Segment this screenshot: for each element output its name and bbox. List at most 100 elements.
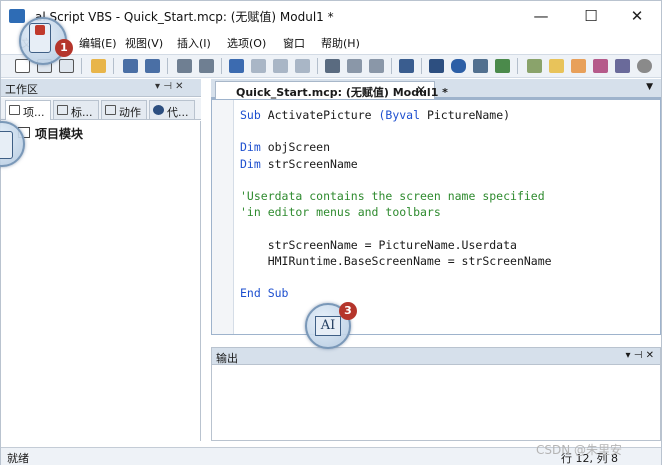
code-line[interactable]: 'in editor menus and toolbars: [240, 204, 552, 220]
mouse-left-button-icon: [35, 25, 45, 35]
tree-item-project-modules[interactable]: 项目模块: [18, 125, 84, 142]
watermark: CSDN @朱里安: [536, 443, 623, 457]
tag-icon[interactable]: [369, 59, 384, 73]
new-file-icon[interactable]: [15, 59, 30, 73]
code-keyword: Sub: [240, 108, 261, 122]
code-keyword: Dim: [240, 156, 261, 171]
comment-icon[interactable]: [177, 59, 192, 73]
code-line[interactable]: [240, 123, 552, 139]
toolbar-separator: [81, 58, 82, 74]
output-controls[interactable]: ▾ ⊣ ✕: [626, 350, 654, 361]
code-icon: [153, 105, 164, 115]
toolbar-separator: [421, 58, 422, 74]
editor-gutter: [212, 100, 234, 334]
workspace-title: 工作区: [5, 83, 38, 96]
code-text: strScreenName = PictureName.Userdata: [240, 237, 517, 252]
workspace-tree: 项目模块: [1, 121, 201, 441]
action-icon[interactable]: [593, 59, 608, 73]
workspace-tabs: 项... 标... 动作 代...: [1, 98, 201, 120]
toolbar-separator: [221, 58, 222, 74]
next-bookmark-icon[interactable]: [251, 59, 266, 73]
code-line[interactable]: [240, 172, 552, 188]
code-keyword: Dim: [240, 140, 261, 155]
folder-icon[interactable]: [549, 59, 564, 73]
code-line[interactable]: Sub ActivatePicture (Byval PictureName): [240, 107, 552, 123]
actions-icon: [105, 105, 116, 115]
code-keyword: End Sub: [240, 286, 289, 301]
code-line[interactable]: HMIRuntime.BaseScreenName = strScreenNam…: [240, 253, 552, 269]
tags-icon: [57, 105, 68, 115]
properties-icon[interactable]: [399, 59, 414, 73]
window-icon[interactable]: [429, 59, 444, 73]
close-tab-icon[interactable]: ✕: [416, 83, 426, 97]
app-window: al Script VBS - Quick_Start.mcp: (无赋值) M…: [0, 0, 662, 465]
maximize-button[interactable]: ☐: [571, 5, 611, 27]
code-line[interactable]: Dim objScreen: [240, 139, 552, 155]
code-text: HMIRuntime.BaseScreenName = strScreenNam…: [240, 253, 552, 268]
code-text: objScreen: [260, 140, 331, 155]
menu-options[interactable]: 选项(O): [227, 35, 266, 51]
toolbar-separator: [167, 58, 168, 74]
database-icon[interactable]: [451, 59, 466, 73]
menu-help[interactable]: 帮助(H): [321, 35, 360, 51]
menu-window[interactable]: 窗口: [283, 35, 305, 51]
code-line[interactable]: 'Userdata contains the screen name speci…: [240, 188, 552, 204]
uncomment-icon[interactable]: [199, 59, 214, 73]
editor-tab-strip: Quick_Start.mcp: (无赋值) Modul1 * ✕ ▼: [211, 79, 661, 99]
outdent-icon[interactable]: [145, 59, 160, 73]
open-folder-icon[interactable]: [91, 59, 106, 73]
toolbar-separator: [317, 58, 318, 74]
menu-view[interactable]: 视图(V): [125, 35, 163, 51]
tab-project-label: 项...: [23, 106, 45, 119]
code-line[interactable]: End Sub: [240, 285, 552, 301]
minimize-button[interactable]: —: [521, 5, 561, 27]
menu-edit[interactable]: 编辑(E): [79, 35, 117, 51]
code-text: strScreenName: [260, 156, 358, 171]
app-icon: [9, 9, 25, 23]
code-text: PictureName): [420, 108, 511, 122]
project-icon: [9, 105, 20, 115]
title-bar: al Script VBS - Quick_Start.mcp: (无赋值) M…: [1, 1, 661, 31]
indent-icon[interactable]: [123, 59, 138, 73]
tab-code[interactable]: 代...: [149, 100, 195, 119]
output-title: 输出: [216, 352, 238, 365]
clear-bookmarks-icon[interactable]: [295, 59, 310, 73]
syntax-check-icon[interactable]: [325, 59, 340, 73]
runtime-icon[interactable]: [495, 59, 510, 73]
bookmark-icon[interactable]: [229, 59, 244, 73]
close-button[interactable]: ✕: [617, 5, 657, 27]
info-icon[interactable]: [347, 59, 362, 73]
code-area[interactable]: Sub ActivatePicture (Byval PictureName) D…: [240, 107, 552, 301]
script-icon[interactable]: [527, 59, 542, 73]
prev-bookmark-icon[interactable]: [273, 59, 288, 73]
screen-icon[interactable]: [473, 59, 488, 73]
workspace-controls[interactable]: ▾ ⊣ ✕: [155, 81, 183, 92]
menu-insert[interactable]: 插入(I): [177, 35, 211, 51]
code-line[interactable]: [240, 220, 552, 236]
tab-actions[interactable]: 动作: [101, 100, 147, 119]
code-line[interactable]: strScreenName = PictureName.Userdata: [240, 237, 552, 253]
code-line[interactable]: [240, 269, 552, 285]
tab-project[interactable]: 项...: [5, 100, 51, 120]
menu-bar: 文 编辑(E) 视图(V) 插入(I) 选项(O) 窗口 帮助(H): [1, 31, 661, 53]
code-line[interactable]: Dim strScreenName: [240, 156, 552, 172]
toolbar: [1, 54, 661, 78]
clock-icon[interactable]: [637, 59, 652, 73]
code-comment: 'in editor menus and toolbars: [240, 205, 441, 220]
window-title: al Script VBS - Quick_Start.mcp: (无赋值) M…: [35, 10, 334, 24]
tab-tags-label: 标...: [71, 106, 93, 119]
editor-tab[interactable]: Quick_Start.mcp: (无赋值) Modul1 * ✕: [215, 81, 448, 99]
code-editor[interactable]: Sub ActivatePicture (Byval PictureName) D…: [211, 99, 661, 335]
code-text: ActivatePicture: [260, 108, 379, 122]
code-keyword: (Byval: [378, 108, 421, 122]
tree-item-label: 项目模块: [35, 127, 84, 141]
keyboard-key-icon: AI: [315, 316, 341, 336]
paste-icon[interactable]: [59, 59, 74, 73]
add-folder-icon[interactable]: [571, 59, 586, 73]
chevron-down-icon[interactable]: ▼: [646, 82, 653, 92]
step-badge-3: 3: [339, 302, 357, 320]
function-icon[interactable]: [615, 59, 630, 73]
tab-tags[interactable]: 标...: [53, 100, 99, 119]
status-text: 就绪: [7, 452, 29, 465]
output-panel: [211, 365, 661, 441]
